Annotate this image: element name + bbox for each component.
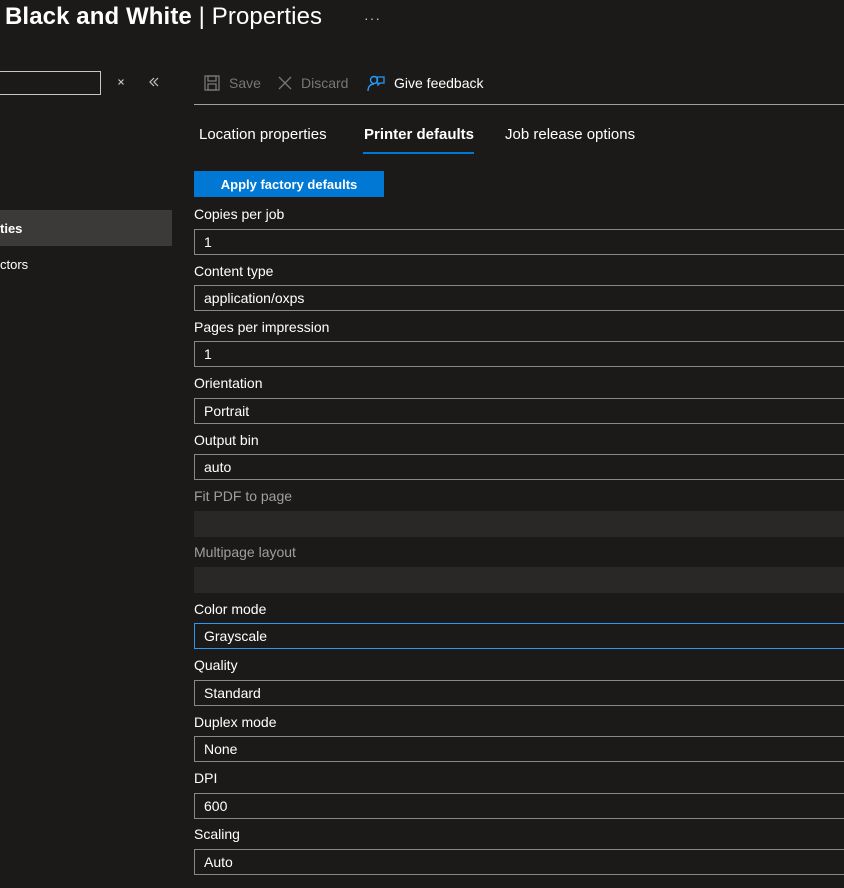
sidebar-item-label: ctors [0, 256, 29, 272]
more-options-button[interactable]: ··· [364, 10, 381, 26]
scaling-label: Scaling [194, 826, 240, 842]
save-icon [204, 75, 220, 91]
discard-icon [278, 76, 292, 90]
copies-per-job-field[interactable]: 1 [194, 229, 844, 255]
output-bin-label: Output bin [194, 432, 259, 448]
discard-label: Discard [301, 75, 349, 91]
color-mode-field[interactable]: Grayscale [194, 623, 844, 649]
toolbar-divider [194, 104, 844, 105]
tab-printer-defaults[interactable]: Printer defaults [364, 126, 474, 143]
page-title-resource: Black and White [5, 3, 192, 30]
scaling-field[interactable]: Auto [194, 849, 844, 875]
copies-per-job-label: Copies per job [194, 206, 285, 222]
page-title: Black and White | Properties [5, 3, 322, 31]
active-tab-indicator [363, 152, 474, 154]
give-feedback-label: Give feedback [394, 75, 484, 91]
duplex-mode-field[interactable]: None [194, 736, 844, 762]
sidebar-item-connectors[interactable]: ctors [0, 246, 172, 282]
discard-button[interactable]: Discard [277, 72, 348, 94]
pages-per-impression-label: Pages per impression [194, 319, 330, 335]
dpi-field[interactable]: 600 [194, 793, 844, 819]
orientation-label: Orientation [194, 375, 263, 391]
sidebar-item-properties[interactable]: ties [0, 210, 172, 246]
save-label: Save [229, 75, 261, 91]
search-input[interactable] [0, 71, 101, 95]
give-feedback-button[interactable]: Give feedback [366, 72, 484, 94]
feedback-icon [367, 75, 385, 92]
duplex-mode-label: Duplex mode [194, 714, 277, 730]
sidebar-item-label: ties [0, 220, 23, 236]
multipage-layout-field [194, 567, 844, 593]
quality-field[interactable]: Standard [194, 680, 844, 706]
tab-job-release-options[interactable]: Job release options [505, 126, 635, 143]
fit-pdf-to-page-label: Fit PDF to page [194, 488, 293, 504]
pages-per-impression-field[interactable]: 1 [194, 341, 844, 367]
apply-factory-defaults-button[interactable]: Apply factory defaults [194, 171, 384, 197]
orientation-field[interactable]: Portrait [194, 398, 844, 424]
quality-label: Quality [194, 657, 238, 673]
page-title-separator: | [191, 3, 212, 30]
save-button[interactable]: Save [203, 72, 261, 94]
multipage-layout-label: Multipage layout [194, 544, 296, 560]
color-mode-label: Color mode [194, 601, 267, 617]
clear-search-icon[interactable] [114, 75, 128, 89]
content-type-label: Content type [194, 263, 274, 279]
dpi-label: DPI [194, 770, 218, 786]
content-type-field[interactable]: application/oxps [194, 285, 844, 311]
page-title-section: Properties [211, 3, 323, 30]
collapse-sidebar-icon[interactable] [147, 75, 161, 89]
output-bin-field[interactable]: auto [194, 454, 844, 480]
fit-pdf-to-page-field [194, 511, 844, 537]
tab-location-properties[interactable]: Location properties [199, 126, 327, 143]
